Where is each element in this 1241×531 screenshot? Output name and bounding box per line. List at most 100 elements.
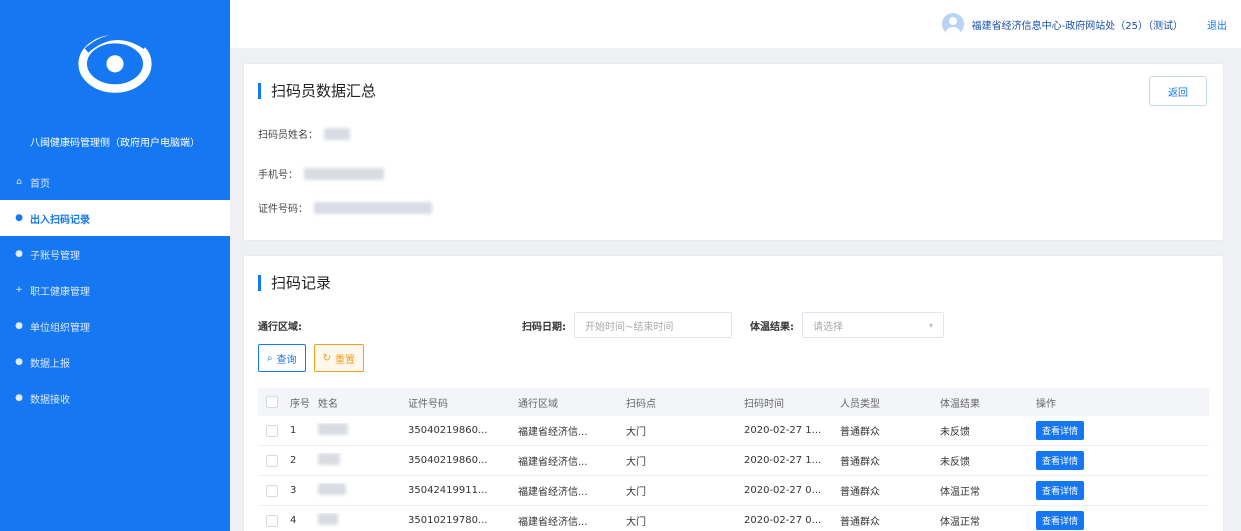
area-filter-label: 通行区域: (258, 321, 302, 333)
column-header-label: 扫码点 (626, 398, 656, 410)
sidebar-item-6[interactable]: ● 数据接收 (0, 380, 230, 416)
redacted-id (314, 201, 432, 214)
app-logo (78, 34, 152, 93)
table-row: 3 35042419911... 福建省经济信... 大门 2020-02-27 0..… (258, 476, 1209, 506)
row-checkbox[interactable] (266, 484, 278, 497)
type-cell: 普通群众 (840, 517, 880, 528)
database-icon: ● (15, 213, 23, 223)
type-cell: 普通群众 (840, 457, 880, 468)
temp-cell: 体温正常 (940, 517, 980, 528)
column-header-label: 扫码时间 (744, 398, 784, 410)
search-button-label: 查询 (276, 354, 297, 366)
view-details-button[interactable]: 查看详情 (1036, 481, 1085, 500)
name-cell (314, 453, 404, 468)
type-cell: 普通群众 (840, 427, 880, 438)
sidebar-item-label: 职工健康管理 (30, 286, 90, 298)
sidebar-item-4[interactable]: ● 单位组织管理 (0, 308, 230, 344)
scanner-name-row: 扫码员姓名： (258, 126, 350, 141)
database-icon: ● (15, 249, 23, 259)
sidebar-item-label: 数据上报 (30, 358, 70, 370)
column-header-label: 序号 (290, 398, 310, 410)
date-range-input[interactable]: 开始时间~结束时间 (574, 312, 732, 338)
title-accent-bar (258, 274, 261, 291)
view-details-button[interactable]: 查看详情 (1036, 511, 1085, 530)
area-cell: 福建省经济信... (518, 457, 588, 468)
system-title: 八闽健康码管理侧（政府用户电脑端） (30, 138, 200, 149)
logout-link[interactable]: 退出 (1207, 17, 1227, 32)
action-buttons: ⌕ 查询 ↻ 重置 (258, 344, 364, 372)
reset-button[interactable]: ↻ 重置 (313, 344, 364, 372)
column-header: 通行区域 (514, 395, 622, 410)
temp-cell: 未反馈 (940, 457, 970, 468)
time-cell: 2020-02-27 1... (744, 455, 822, 466)
row-checkbox[interactable] (266, 424, 278, 437)
type-cell: 普通群众 (840, 487, 880, 498)
sidebar-item-2[interactable]: ● 子账号管理 (0, 236, 230, 272)
area-cell: 福建省经济信... (518, 517, 588, 528)
table-header: 序号 姓名 证件号码 通行区域 扫码点 扫码时间 人员类型 体温结果 操作 (258, 388, 1209, 416)
user-info[interactable]: 福建省经济信息中心-政府网站处（25）（测试） (941, 13, 1183, 35)
date-filter-label: 扫码日期: (522, 321, 566, 333)
temp-select[interactable]: 请选择 ▾ (802, 312, 944, 338)
temp-filter-label: 体温结果: (750, 321, 794, 333)
row-index-cell: 1 (258, 424, 314, 437)
temp-filter: 体温结果: 请选择 ▾ (750, 312, 944, 338)
id-row: 证件号码： (258, 200, 432, 215)
column-header-label: 证件号码 (408, 398, 448, 410)
sidebar-item-0[interactable]: ⌂ 首页 (0, 164, 230, 200)
sidebar-item-1[interactable]: ● 出入扫码记录 (0, 200, 230, 236)
sidebar-item-label: 数据接收 (30, 394, 70, 406)
temp-cell: 体温正常 (940, 487, 980, 498)
back-button[interactable]: 返回 (1149, 76, 1207, 106)
area-cell: 福建省经济信... (518, 487, 588, 498)
column-header: 序号 (258, 395, 314, 410)
point-cell: 大门 (626, 517, 646, 528)
column-header-label: 姓名 (318, 398, 338, 410)
column-header-label: 人员类型 (840, 398, 880, 410)
redacted-name (318, 423, 348, 435)
row-number: 3 (290, 485, 297, 496)
point-cell: 大门 (626, 427, 646, 438)
name-cell (314, 513, 404, 528)
time-cell: 2020-02-27 0... (744, 515, 822, 526)
row-checkbox[interactable] (266, 454, 278, 467)
row-number: 1 (290, 425, 297, 436)
column-header: 证件号码 (404, 395, 514, 410)
point-cell: 大门 (626, 457, 646, 468)
sidebar-item-5[interactable]: ● 数据上报 (0, 344, 230, 380)
reset-button-label: 重置 (335, 354, 355, 366)
summary-title: 扫码员数据汇总 (258, 80, 376, 101)
sidebar-item-3[interactable]: + 职工健康管理 (0, 272, 230, 308)
scanner-name-label: 扫码员姓名： (258, 130, 318, 141)
row-number: 2 (290, 455, 297, 466)
database-icon: ● (15, 321, 23, 331)
view-details-button[interactable]: 查看详情 (1036, 451, 1085, 470)
plus-icon: + (15, 285, 23, 295)
sidebar-menu: ⌂ 首页 ● 出入扫码记录 ● 子账号管理 + 职工健康管理 ● 单位组织管理 ● 数据上报 ● 数据接收 (0, 164, 230, 416)
column-header: 扫码点 (622, 395, 740, 410)
records-title: 扫码记录 (258, 272, 331, 293)
database-icon: ● (15, 357, 23, 367)
row-checkbox[interactable] (266, 514, 278, 527)
redacted-name (324, 127, 350, 140)
search-button[interactable]: ⌕ 查询 (258, 344, 306, 372)
title-accent-bar (258, 82, 261, 99)
action-cell: 查看详情 (1032, 421, 1092, 440)
phone-row: 手机号： (258, 166, 384, 181)
database-icon: ● (15, 393, 23, 403)
records-card: 扫码记录 通行区域: 扫码日期: 开始时间~结束时间 体温结果: 请选择 ▾ ⌕… (244, 256, 1223, 531)
redacted-name (318, 513, 338, 525)
chevron-down-icon: ▾ (928, 320, 933, 330)
row-number: 4 (290, 515, 297, 526)
select-all-checkbox[interactable] (266, 396, 278, 408)
table-row: 1 35040219860... 福建省经济信... 大门 2020-02-27 1..… (258, 416, 1209, 446)
sidebar: 八闽健康码管理侧（政府用户电脑端） ⌂ 首页 ● 出入扫码记录 ● 子账号管理 + 职工健康管… (0, 0, 230, 531)
area-filter: 通行区域: (258, 312, 302, 338)
action-cell: 查看详情 (1032, 511, 1092, 530)
column-header: 体温结果 (936, 395, 1032, 410)
view-details-button[interactable]: 查看详情 (1036, 421, 1085, 440)
summary-card: 扫码员数据汇总 返回 扫码员姓名： 手机号： 证件号码： (244, 64, 1223, 240)
id-cell: 35040219860... (408, 455, 488, 466)
top-header: 福建省经济信息中心-政府网站处（25）（测试） 退出 (230, 0, 1241, 48)
table-body: 1 35040219860... 福建省经济信... 大门 2020-02-27 1..… (258, 416, 1209, 531)
